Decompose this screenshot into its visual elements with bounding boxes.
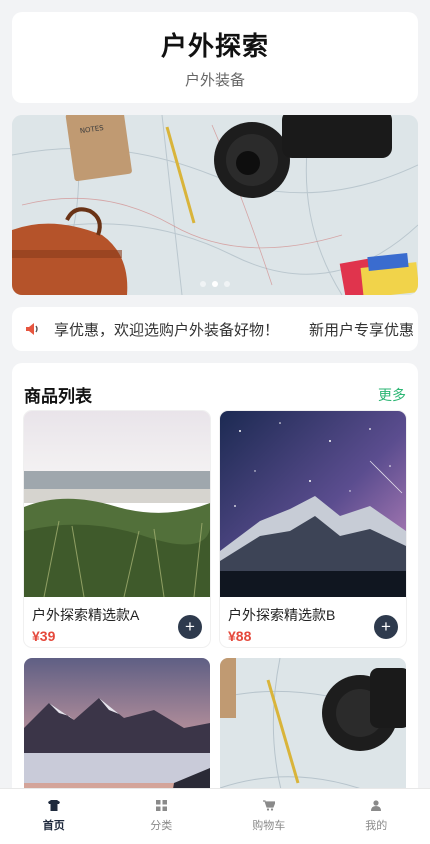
section-header: 商品列表 更多	[12, 363, 418, 411]
notice-text-next: 新用户专享优惠	[309, 322, 415, 339]
product-card[interactable]: 户外探索精选款A ¥39 +	[24, 411, 210, 647]
tab-label: 购物车	[252, 820, 286, 832]
tab-label: 分类	[150, 820, 173, 832]
speaker-icon	[12, 322, 54, 336]
tab-profile[interactable]: 我的	[323, 789, 430, 844]
product-image	[24, 411, 210, 597]
product-info: 户外探索精选款A ¥39 +	[24, 597, 210, 647]
more-link[interactable]: 更多	[378, 385, 406, 405]
carousel-dot-active[interactable]	[212, 281, 218, 287]
cart-icon	[262, 800, 275, 811]
notice-text: 享优惠，欢迎选购户外装备好物！	[54, 322, 280, 339]
shirt-icon	[47, 800, 60, 811]
product-price: ¥88	[228, 628, 252, 644]
product-name: 户外探索精选款A	[32, 607, 140, 623]
add-to-cart-button[interactable]: +	[374, 615, 398, 639]
user-icon	[371, 800, 382, 811]
product-name: 户外探索精选款B	[228, 607, 336, 623]
tab-category[interactable]: 分类	[108, 789, 216, 844]
product-info: 户外探索精选款B ¥88 +	[220, 597, 406, 647]
bottom-tab-bar: 首页 分类 购物车 我的	[0, 788, 430, 844]
notice-bar[interactable]: 享优惠，欢迎选购户外装备好物！ 新用户专享优惠	[12, 307, 418, 351]
banner-image: NOTES	[12, 115, 418, 295]
banner-carousel[interactable]: NOTES	[12, 115, 418, 295]
header-card: 户外探索 户外装备	[12, 12, 418, 103]
page-subtitle: 户外装备	[184, 71, 245, 89]
page-title: 户外探索	[160, 30, 269, 61]
carousel-indicators	[12, 281, 418, 287]
product-image	[220, 411, 406, 597]
carousel-dot[interactable]	[224, 281, 230, 287]
product-card[interactable]: 户外探索精选款B ¥88 +	[220, 411, 406, 647]
tab-label: 我的	[365, 820, 388, 832]
carousel-dot[interactable]	[200, 281, 206, 287]
tab-home[interactable]: 首页	[0, 789, 108, 844]
section-title: 商品列表	[24, 387, 92, 406]
add-to-cart-button[interactable]: +	[178, 615, 202, 639]
tab-label: 首页	[42, 820, 65, 832]
grid-icon	[155, 800, 167, 811]
tab-cart[interactable]: 购物车	[215, 789, 323, 844]
notice-marquee: 享优惠，欢迎选购户外装备好物！ 新用户专享优惠	[54, 319, 418, 339]
product-section: 商品列表 更多 户外探索精选款A ¥39 + 户外探索精选款B ¥88 +	[12, 363, 418, 833]
product-price: ¥39	[32, 628, 56, 644]
